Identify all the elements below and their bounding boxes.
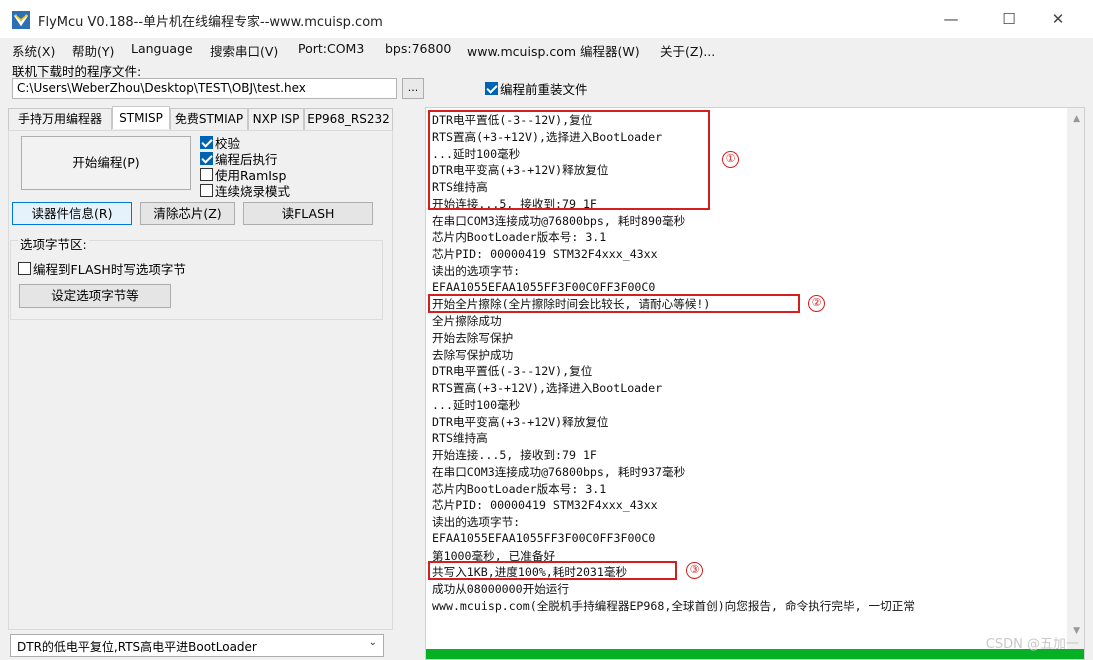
checkbox-checked-icon — [485, 82, 498, 95]
menu-about[interactable]: 关于(Z)... — [660, 41, 715, 60]
flymcu-logo-icon — [12, 11, 30, 29]
erase-chip-button[interactable]: 清除芯片(Z) — [140, 202, 235, 225]
checkbox-unchecked-icon — [200, 167, 213, 181]
write-option-bytes-checkbox[interactable]: 编程到FLASH时写选项字节 — [18, 259, 186, 278]
log-line: 芯片内BootLoader版本号: 3.1 — [432, 230, 607, 245]
log-line: ...延时100毫秒 — [432, 397, 521, 412]
highlight-box-3 — [428, 561, 677, 580]
log-line: 在串口COM3连接成功@76800bps, 耗时890毫秒 — [432, 213, 686, 228]
browse-file-button[interactable]: ... — [402, 78, 424, 99]
marker-3: ③ — [686, 562, 703, 579]
log-line: RTS维持高 — [432, 431, 488, 446]
log-line: RTS置高(+3-+12V),选择进入BootLoader — [432, 381, 663, 395]
marker-2: ② — [808, 295, 825, 312]
write-option-bytes-label: 编程到FLASH时写选项字节 — [33, 262, 186, 277]
reload-before-program-checkbox[interactable]: 编程前重装文件 — [485, 79, 588, 98]
menu-port[interactable]: Port:COM3 — [298, 41, 364, 56]
log-line: 读出的选项字节: — [432, 515, 521, 529]
menu-search-port[interactable]: 搜索串口(V) — [210, 41, 278, 60]
option-bytes-group-title: 选项字节区: — [18, 234, 89, 253]
set-option-bytes-button[interactable]: 设定选项字节等 — [19, 284, 171, 308]
highlight-box-1 — [428, 110, 710, 210]
log-line: www.mcuisp.com(全脱机手持编程器EP968,全球首创)向您报告, … — [432, 598, 915, 613]
program-options: 校验 编程后执行 使用RamIsp 连续烧录模式 — [200, 134, 291, 199]
tab-stmisp[interactable]: STMISP — [112, 106, 170, 129]
checkbox-checked-icon — [200, 151, 213, 165]
menu-programmer[interactable]: www.mcuisp.com 编程器(W) — [467, 41, 640, 60]
tab-ep968-rs232[interactable]: EP968_RS232 — [304, 108, 393, 130]
checkbox-unchecked-icon — [18, 262, 31, 275]
menu-system[interactable]: 系统(X) — [12, 41, 55, 60]
log-output[interactable]: DTR电平置低(-3--12V),复位 RTS置高(+3-+12V),选择进入Bo… — [425, 107, 1085, 660]
menu-baud-rate[interactable]: bps:76800 — [385, 41, 451, 56]
minimize-button[interactable]: — — [925, 0, 977, 38]
log-line: 开始连接...5, 接收到:79 1F — [432, 448, 597, 462]
log-line: 成功从08000000开始运行 — [432, 582, 569, 596]
log-line: 芯片内BootLoader版本号: 3.1 — [432, 481, 607, 496]
reset-mode-select[interactable]: DTR的低电平复位,RTS高电平进BootLoader ⌄ — [10, 634, 384, 657]
program-file-path-input[interactable]: C:\Users\WeberZhou\Desktop\TEST\OBJ\test… — [12, 78, 397, 99]
marker-1: ① — [722, 151, 739, 168]
log-line: 芯片PID: 00000419 STM32F4xxx_43xx — [432, 498, 658, 513]
continuous-burn-checkbox[interactable]: 连续烧录模式 — [200, 182, 291, 199]
checkbox-unchecked-icon — [200, 183, 213, 197]
continuous-burn-label: 连续烧录模式 — [215, 183, 291, 199]
log-line: 在串口COM3连接成功@76800bps, 耗时937毫秒 — [432, 464, 686, 479]
checkbox-checked-icon — [200, 135, 213, 149]
title-bar: FlyMcu V0.188--单片机在线编程专家--www.mcuisp.com… — [0, 0, 1093, 38]
app-window: FlyMcu V0.188--单片机在线编程专家--www.mcuisp.com… — [0, 0, 1093, 660]
log-line: DTR电平置低(-3--12V),复位 — [432, 364, 593, 379]
log-line: EFAA1055EFAA1055FF3F00C0FF3F00C0 — [432, 530, 656, 545]
read-device-info-button[interactable]: 读器件信息(R) — [12, 202, 132, 225]
reload-before-program-label: 编程前重装文件 — [500, 82, 588, 97]
menu-bar: 系统(X) 帮助(Y) Language 搜索串口(V) Port:COM3 b… — [0, 38, 1093, 60]
log-line: 读出的选项字节: — [432, 263, 521, 278]
log-scrollbar[interactable]: ▲ ▼ — [1067, 108, 1084, 659]
reset-mode-value: DTR的低电平复位,RTS高电平进BootLoader — [17, 640, 257, 654]
menu-language[interactable]: Language — [131, 41, 193, 56]
chevron-down-icon: ⌄ — [368, 637, 377, 648]
menu-help[interactable]: 帮助(Y) — [72, 41, 114, 60]
log-line: EFAA1055EFAA1055FF3F00C0FF3F00C0 — [432, 279, 656, 294]
log-line: 芯片PID: 00000419 STM32F4xxx_43xx — [432, 247, 658, 261]
log-line: DTR电平变高(+3-+12V)释放复位 — [432, 414, 609, 429]
tab-nxp-isp[interactable]: NXP ISP — [248, 108, 304, 130]
maximize-button[interactable]: ☐ — [983, 0, 1035, 38]
read-flash-button[interactable]: 读FLASH — [243, 202, 373, 225]
tab-free-stmiap[interactable]: 免费STMIAP — [170, 108, 248, 130]
highlight-box-2 — [428, 294, 800, 313]
scroll-up-arrow-icon[interactable]: ▲ — [1073, 114, 1080, 124]
tab-handheld-programmer[interactable]: 手持万用编程器 — [8, 108, 112, 130]
close-button[interactable]: ✕ — [1032, 0, 1084, 38]
log-line: 去除写保护成功 — [432, 347, 514, 362]
log-line: 全片擦除成功 — [432, 314, 502, 328]
log-line: 开始去除写保护 — [432, 330, 514, 345]
watermark: CSDN @五加一 — [985, 637, 1079, 652]
start-programming-button[interactable]: 开始编程(P) — [21, 136, 191, 190]
window-title: FlyMcu V0.188--单片机在线编程专家--www.mcuisp.com — [38, 15, 383, 30]
